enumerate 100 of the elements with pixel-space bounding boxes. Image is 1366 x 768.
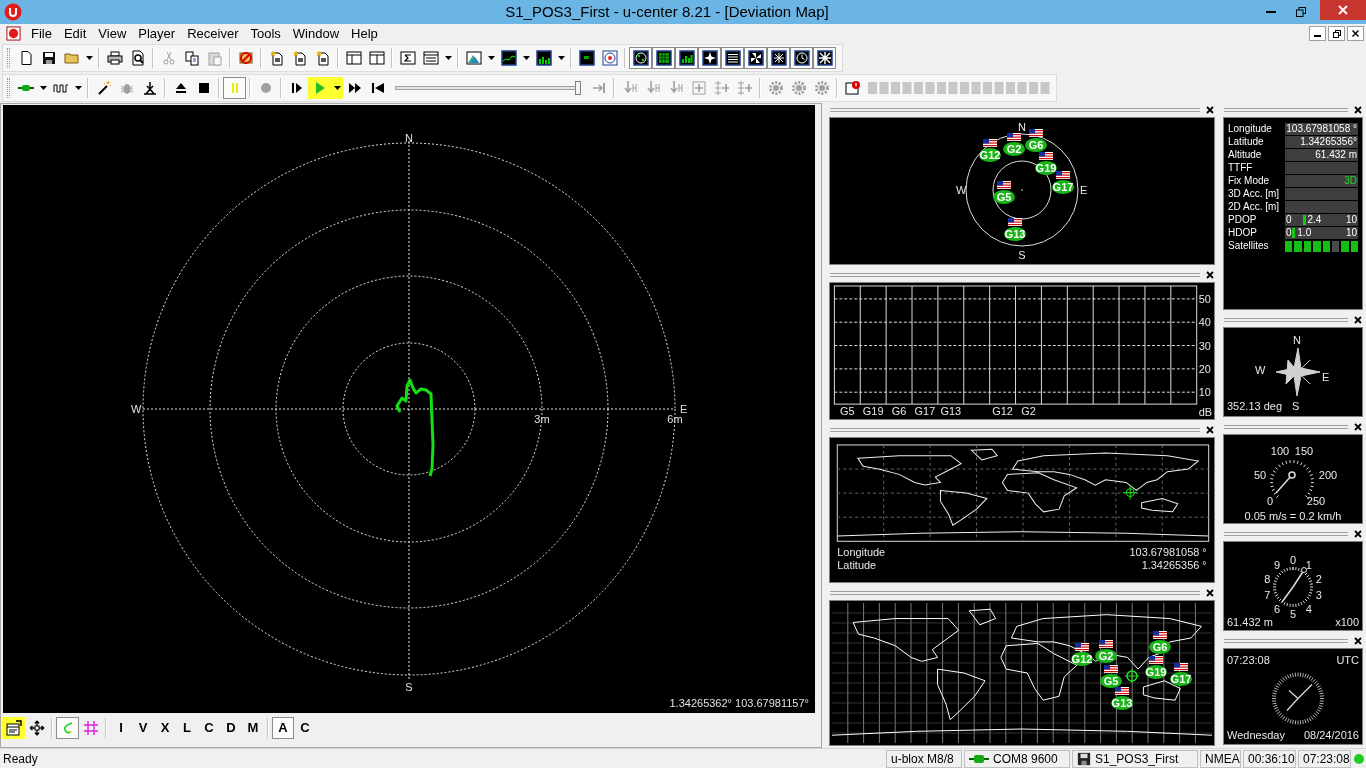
child-close-button[interactable]	[1347, 26, 1364, 41]
toolbar-button[interactable]	[813, 47, 836, 69]
toggle-button[interactable]: C	[198, 717, 220, 739]
close-icon[interactable]	[1206, 426, 1214, 434]
satellite-label: G5	[840, 405, 855, 418]
window-panes-icon	[368, 50, 385, 66]
dial-label: 250	[1306, 495, 1326, 507]
toggle-button[interactable]: A	[272, 717, 294, 739]
cross-view-icon	[770, 50, 787, 66]
color-chart-icon	[465, 50, 482, 66]
close-icon[interactable]	[1354, 530, 1362, 538]
sky-view-icon	[632, 50, 649, 66]
close-icon[interactable]	[1354, 637, 1362, 645]
dial-label: 2	[1315, 572, 1322, 585]
direction-label: S	[1018, 249, 1026, 261]
dial-label: 200	[1318, 469, 1338, 481]
value-field: 3D	[1285, 175, 1358, 187]
dial-label: 1	[1305, 559, 1312, 572]
dial-label: 7	[1264, 589, 1271, 602]
list-window-icon	[422, 50, 439, 66]
caret-icon	[74, 86, 82, 90]
dial-label: 150	[1294, 445, 1314, 457]
document-magnifier-icon	[129, 50, 146, 66]
toolbar-button[interactable]	[2, 717, 25, 739]
status-field: u-blox M8/8	[886, 749, 962, 768]
dropdown-button[interactable]	[331, 77, 343, 99]
dial-label: 50	[1253, 469, 1267, 481]
field-label: Satellites	[1228, 240, 1270, 252]
down-arrow-icon	[621, 80, 638, 96]
field-label: 3D Acc. [m]	[1228, 188, 1281, 200]
axis-tick-label: 10	[1198, 386, 1211, 399]
close-icon[interactable]	[1354, 423, 1362, 431]
menu-item[interactable]: Edit	[57, 23, 93, 44]
close-icon[interactable]	[1206, 106, 1214, 114]
status-message: Ready	[2, 750, 39, 768]
toolbar-button[interactable]	[698, 47, 721, 69]
toggle-button[interactable]: D	[220, 717, 242, 739]
dial-label: 9	[1274, 559, 1281, 572]
toggle-button[interactable]: X	[154, 717, 176, 739]
caret-icon	[444, 56, 452, 60]
speed-reading: 0.05 m/s = 0.2 km/h	[1244, 510, 1342, 522]
document-logo-icon[interactable]	[6, 26, 21, 41]
dial-label: 5	[1289, 608, 1297, 620]
document-star-icon	[291, 50, 308, 66]
satellite-label: G2	[1021, 405, 1036, 418]
field-label: Latitude	[1228, 136, 1265, 148]
menu-item[interactable]: Receiver	[181, 23, 245, 44]
close-icon[interactable]	[1354, 106, 1362, 114]
satellite-badge: G2	[1095, 649, 1117, 663]
position-marker	[1122, 485, 1138, 501]
toolbar-button[interactable]	[629, 47, 652, 69]
restore-icon	[1296, 7, 1306, 17]
plus-box-icon	[690, 80, 707, 96]
clock-time: 07:23:08	[1227, 653, 1270, 666]
coordinates-text: 1.34265362° 103.67981157°	[669, 697, 809, 709]
satellite-badge: G12	[979, 148, 1001, 162]
child-minimize-button[interactable]	[1309, 26, 1326, 41]
menu-item[interactable]: Window	[286, 23, 346, 44]
toggle-button[interactable]: M	[242, 717, 264, 739]
document-star-icon	[314, 50, 331, 66]
toolbar-button[interactable]	[744, 47, 767, 69]
flag-icon	[1008, 218, 1022, 226]
window-layout-icon	[345, 50, 362, 66]
child-restore-button[interactable]	[1328, 26, 1345, 41]
document-star-icon	[268, 50, 285, 66]
menu-item[interactable]: View	[92, 23, 133, 44]
dop-value: 2.4	[1307, 214, 1322, 226]
close-icon[interactable]	[1354, 316, 1362, 324]
satellite-badge: G13	[1111, 696, 1133, 710]
compass-rose-icon	[1275, 347, 1321, 397]
folder-icon	[63, 50, 80, 66]
close-icon[interactable]	[1206, 271, 1214, 279]
satellite-badge: G12	[1071, 652, 1093, 666]
toolbar-button[interactable]	[767, 47, 790, 69]
toggle-button[interactable]: C	[294, 717, 316, 739]
toggle-button[interactable]: L	[176, 717, 198, 739]
close-button[interactable]	[1320, 0, 1366, 20]
dial-label: 8	[1264, 572, 1271, 585]
close-icon	[1352, 30, 1359, 37]
scale-label: 10	[1345, 214, 1357, 226]
menu-item[interactable]: Player	[132, 23, 182, 44]
satellite-badge: G17	[1052, 180, 1074, 194]
toggle-button[interactable]: I	[110, 717, 132, 739]
toolbar-button[interactable]	[675, 47, 698, 69]
toolbar-button[interactable]	[790, 47, 813, 69]
close-icon[interactable]	[1206, 589, 1214, 597]
scale-label: 0	[1286, 214, 1292, 226]
toolbar-button[interactable]	[721, 47, 744, 69]
flag-icon	[983, 139, 997, 147]
toggle-button[interactable]: V	[132, 717, 154, 739]
time-zone: UTC	[1336, 653, 1359, 666]
menu-item[interactable]: File	[25, 23, 58, 44]
dial-needle	[1281, 567, 1307, 603]
satellite-badge: G6	[1025, 138, 1047, 152]
menu-item[interactable]: Help	[345, 23, 384, 44]
toolbar-button[interactable]	[652, 47, 675, 69]
menu-item[interactable]: Tools	[244, 23, 287, 44]
satellite-label: G6	[891, 405, 907, 418]
alert-window-icon	[844, 80, 861, 96]
slider-thumb[interactable]	[575, 81, 581, 95]
